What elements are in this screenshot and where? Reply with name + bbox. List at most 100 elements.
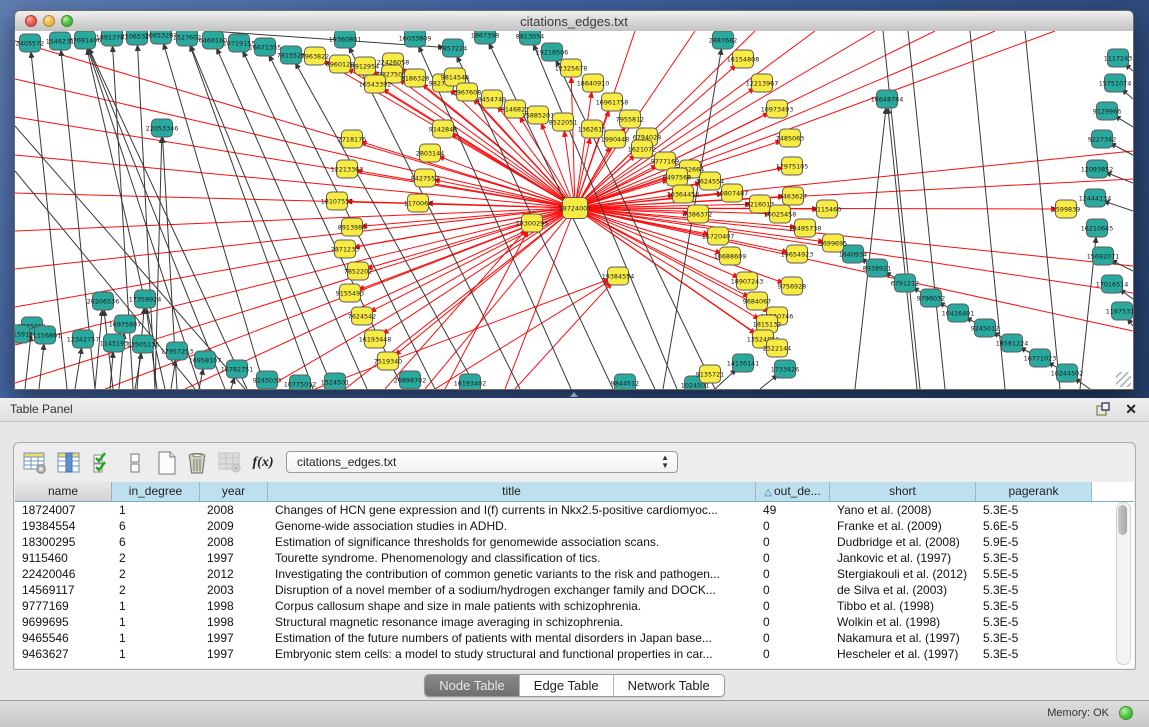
table-selector-dropdown[interactable]: citations_edges.txt ▲▼: [286, 451, 678, 473]
graph-node[interactable]: 12975105: [776, 157, 809, 175]
graph-node[interactable]: 1599839: [1052, 200, 1080, 218]
graph-node[interactable]: 1524501: [321, 373, 349, 389]
graph-node[interactable]: 2718176: [338, 130, 366, 148]
graph-node-hub[interactable]: 18724007: [559, 198, 592, 219]
graph-node[interactable]: 10775012: [284, 375, 317, 389]
graph-node[interactable]: 18107552: [321, 192, 354, 210]
checkbox-list-icon[interactable]: [90, 450, 116, 476]
graph-node[interactable]: 22053346: [146, 119, 179, 137]
graph-node[interactable]: 7386372: [684, 205, 712, 223]
graph-node[interactable]: 10688609: [714, 247, 747, 265]
graph-node[interactable]: 16648784: [871, 90, 904, 108]
graph-node[interactable]: 13505135: [127, 335, 160, 353]
graph-node[interactable]: 8427552: [411, 169, 439, 187]
graph-node[interactable]: 16193448: [359, 330, 392, 348]
graph-node[interactable]: 9463627: [779, 187, 807, 205]
graph-node[interactable]: 16154808: [727, 50, 760, 68]
graph-node[interactable]: 9756928: [778, 277, 806, 295]
graph-node[interactable]: 6497568: [663, 168, 691, 186]
panel-splitter-handle[interactable]: [570, 392, 578, 397]
graph-node[interactable]: 7485063: [776, 129, 804, 147]
column-header-name[interactable]: name: [15, 482, 112, 501]
column-header-pagerank[interactable]: pagerank: [976, 482, 1092, 501]
graph-node[interactable]: 15751074: [1099, 74, 1132, 92]
graph-node[interactable]: 2803144: [416, 144, 444, 162]
window-titlebar[interactable]: citations_edges.txt: [15, 11, 1133, 32]
table-settings-icon[interactable]: [22, 450, 48, 476]
graph-node[interactable]: 9227342: [1088, 130, 1116, 148]
graph-node[interactable]: 16961758: [596, 93, 629, 111]
graph-node[interactable]: 20206536: [87, 292, 120, 310]
table-row[interactable]: 2242004622012Investigating the contribut…: [15, 566, 1134, 582]
graph-node[interactable]: 12093852: [1081, 160, 1114, 178]
graph-node[interactable]: 2887682: [709, 31, 737, 49]
graph-node[interactable]: 9142848: [429, 120, 457, 138]
graph-node[interactable]: 7624542: [348, 307, 376, 325]
graph-node[interactable]: 20364456: [667, 185, 700, 203]
graph-node[interactable]: 6791212: [891, 274, 919, 292]
table-row[interactable]: 1872400712008Changes of HCN gene express…: [15, 502, 1134, 518]
graph-node[interactable]: 9245012: [971, 319, 999, 337]
graph-node[interactable]: 18495738: [789, 219, 822, 237]
graph-node[interactable]: 3624554: [696, 172, 724, 190]
graph-node[interactable]: 16210645: [1081, 219, 1114, 237]
graph-node[interactable]: 7519340: [374, 352, 402, 370]
tab-edge-table[interactable]: Edge Table: [520, 675, 614, 696]
graph-node[interactable]: 1527602: [173, 31, 201, 46]
graph-node[interactable]: 8813054: [516, 31, 544, 45]
graph-node[interactable]: 9844512: [611, 374, 639, 389]
scrollbar-thumb[interactable]: [1118, 505, 1127, 535]
trash-icon[interactable]: [184, 450, 210, 476]
graph-node[interactable]: 12342757: [67, 330, 100, 348]
graph-node[interactable]: 1733426: [771, 360, 799, 378]
graph-node[interactable]: 19654923: [781, 245, 814, 263]
column-visibility-icon[interactable]: [56, 450, 82, 476]
vertical-scrollbar[interactable]: [1116, 502, 1131, 665]
function-icon[interactable]: f(x): [250, 450, 276, 476]
graph-node[interactable]: 2871233: [331, 240, 359, 258]
table-row[interactable]: 911546021997Tourette syndrome. Phenomeno…: [15, 550, 1134, 566]
graph-node[interactable]: 19384554: [602, 267, 635, 285]
graph-node[interactable]: 7857224: [439, 39, 467, 57]
graph-node[interactable]: 9115460: [813, 200, 841, 218]
row-pair-icon[interactable]: [122, 450, 148, 476]
table-row[interactable]: 946362711997Embryonic stem cells: a mode…: [15, 646, 1134, 662]
graph-node[interactable]: 9129966: [1093, 102, 1121, 120]
column-header-title[interactable]: title: [268, 482, 756, 501]
table-row[interactable]: 1830029562008Estimation of significance …: [15, 534, 1134, 550]
table-row[interactable]: 1456911722003Disruption of a novel membe…: [15, 582, 1134, 598]
graph-node[interactable]: 1170064: [404, 194, 432, 212]
graph-node[interactable]: 19218506: [536, 43, 569, 61]
new-document-icon[interactable]: [154, 450, 180, 476]
graph-node[interactable]: 8186328: [401, 69, 429, 87]
table-row[interactable]: 1938455462009Genome-wide association stu…: [15, 518, 1134, 534]
graph-node[interactable]: 9155493: [336, 284, 364, 302]
tab-node-table[interactable]: Node Table: [425, 675, 520, 696]
graph-node[interactable]: 18907243: [731, 272, 764, 290]
column-header-in_degree[interactable]: in_degree: [112, 482, 200, 501]
graph-node[interactable]: 19360801: [329, 31, 362, 48]
graph-node[interactable]: 8522051: [549, 113, 577, 131]
graph-node[interactable]: 9135721: [696, 365, 724, 383]
graph-node[interactable]: 1117243: [1104, 49, 1132, 67]
column-header-short[interactable]: short: [830, 482, 976, 501]
graph-node[interactable]: 9245033: [253, 371, 281, 389]
graph-node[interactable]: 11675312: [1106, 302, 1133, 320]
graph-node[interactable]: 18640910: [577, 74, 610, 92]
graph-node[interactable]: 12444134: [1079, 189, 1112, 207]
table-row[interactable]: 969969511998Structural magnetic resonanc…: [15, 614, 1134, 630]
graph-node[interactable]: 8913984: [338, 218, 366, 236]
graph-node[interactable]: 14136141: [727, 354, 760, 372]
graph-node[interactable]: 15692071: [1087, 247, 1120, 265]
graph-node[interactable]: 1145193: [100, 334, 128, 352]
graph-node[interactable]: 17016514: [1096, 275, 1129, 293]
graph-node[interactable]: 9796032: [917, 289, 945, 307]
column-header-year[interactable]: year: [200, 482, 268, 501]
graph-node[interactable]: 1867398: [471, 31, 499, 44]
graph-node[interactable]: 7955812: [616, 110, 644, 128]
graph-node[interactable]: 1990448: [601, 130, 629, 148]
graph-node[interactable]: 8912954: [351, 57, 379, 75]
float-panel-icon[interactable]: [1096, 402, 1111, 417]
graph-node[interactable]: 9699695: [819, 234, 847, 252]
graph-node[interactable]: 16782751: [221, 360, 254, 378]
